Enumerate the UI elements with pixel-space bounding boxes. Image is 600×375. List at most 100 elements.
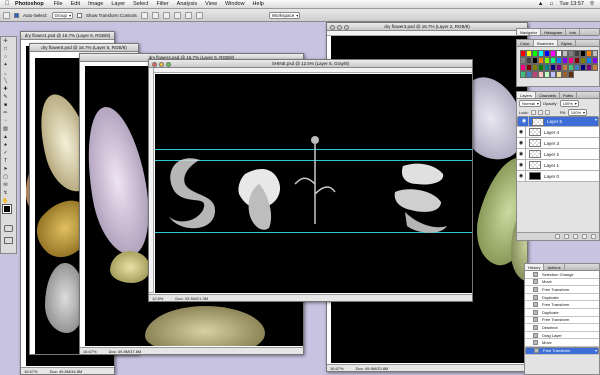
visibility-eye-icon[interactable]: ◉ (520, 116, 529, 127)
lock-all-icon[interactable] (544, 109, 550, 115)
volume-icon[interactable]: ♫ (549, 1, 553, 7)
gradient-tool-icon[interactable]: ▧ (2, 126, 9, 133)
pen-tool-icon[interactable]: ✓ (2, 150, 9, 157)
tab-layers[interactable]: Layers (517, 92, 537, 98)
lock-position-icon[interactable] (537, 109, 543, 115)
tab-channels[interactable]: Channels (536, 92, 560, 98)
tab-actions[interactable]: Actions (544, 264, 565, 270)
layer-row[interactable]: ◉ Layer 4 (517, 126, 599, 138)
auto-select-checkbox[interactable] (14, 12, 19, 18)
tab-color[interactable]: Color (517, 40, 534, 46)
document-canvas[interactable] (155, 74, 472, 293)
history-item[interactable]: Free Transform (525, 286, 599, 294)
history-item[interactable]: Selection Change (525, 271, 599, 279)
window-titlebar[interactable]: SHINE.psd @ 12.5% (Layer 5, Gray/8) (149, 60, 472, 68)
spotlight-icon[interactable]: ⚲ (590, 1, 594, 7)
history-brush-icon[interactable]: ✏ (2, 110, 9, 117)
align-bottom-icon[interactable] (162, 11, 170, 19)
healing-tool-icon[interactable]: ✚ (2, 86, 9, 93)
align-center-icon[interactable] (184, 11, 192, 19)
tab-swatches[interactable]: Swatches (533, 40, 558, 46)
shape-tool-icon[interactable]: ▢ (2, 174, 9, 181)
menu-help[interactable]: Help (249, 1, 268, 7)
fill-field[interactable]: 100% (567, 108, 588, 116)
visibility-eye-icon[interactable]: ◉ (517, 159, 526, 171)
link-layers-icon[interactable] (555, 234, 560, 239)
visibility-eye-icon[interactable]: ◉ (517, 126, 526, 138)
history-item[interactable]: Free Transform (525, 316, 599, 325)
layer-row[interactable]: ◉ Layer 5 (517, 116, 599, 127)
color-swatch[interactable] (592, 57, 598, 64)
workspace-dropdown[interactable]: Workspace (268, 11, 301, 19)
brush-tool-icon[interactable]: ✎ (2, 94, 9, 101)
window-titlebar[interactable]: dry flower1.psd @ 16.7% (Layer 6, RGB/8) (21, 32, 114, 40)
blur-tool-icon[interactable]: ▲ (2, 134, 9, 141)
menu-file[interactable]: File (50, 1, 67, 7)
minimize-icon[interactable] (159, 61, 164, 67)
doc-window-shine[interactable]: SHINE.psd @ 12.5% (Layer 5, Gray/8) 12.5… (148, 59, 473, 302)
dodge-tool-icon[interactable]: ● (2, 142, 9, 149)
align-right-icon[interactable] (195, 11, 203, 19)
history-item[interactable]: Free Transform (525, 346, 599, 355)
menu-layer[interactable]: Layer (107, 1, 129, 7)
type-tool-icon[interactable]: T (2, 158, 9, 165)
layer-style-icon[interactable] (564, 234, 569, 239)
visibility-eye-icon[interactable]: ◉ (517, 170, 526, 182)
align-middle-icon[interactable] (151, 11, 159, 19)
history-item[interactable]: Move (525, 278, 599, 287)
tab-history[interactable]: History (525, 264, 545, 270)
menu-filter[interactable]: Filter (152, 1, 172, 7)
history-item[interactable]: Move (525, 339, 599, 347)
align-top-icon[interactable] (140, 11, 148, 19)
zoom-icon[interactable] (344, 24, 349, 30)
stamp-tool-icon[interactable]: ■ (2, 102, 9, 109)
screen-mode-icon[interactable] (4, 237, 13, 244)
color-swatch[interactable] (592, 64, 598, 71)
close-icon[interactable] (152, 61, 157, 67)
history-item[interactable]: Free Transform (525, 301, 599, 309)
window-titlebar[interactable]: dry flower3.psd @ 16.7% (Layer 2, RGB/8) (327, 23, 527, 31)
auto-select-dropdown[interactable]: Group (51, 11, 74, 19)
align-left-icon[interactable] (173, 11, 181, 19)
menu-edit[interactable]: Edit (67, 1, 84, 7)
slice-tool-icon[interactable]: ╲ (2, 78, 9, 85)
new-layer-icon[interactable] (582, 234, 587, 239)
trash-icon[interactable] (591, 234, 596, 239)
close-icon[interactable] (330, 24, 335, 30)
layer-row[interactable]: ◉ Layer 2 (517, 148, 599, 160)
move-tool-icon[interactable]: ✢ (2, 38, 9, 45)
transform-controls-checkbox[interactable] (77, 12, 83, 18)
visibility-eye-icon[interactable]: ◉ (517, 148, 526, 160)
menu-image[interactable]: Image (84, 1, 107, 7)
eraser-tool-icon[interactable]: ▫ (2, 118, 9, 125)
visibility-eye-icon[interactable]: ◉ (517, 137, 526, 149)
layer-row[interactable]: ◉ Layer 1 (517, 159, 599, 171)
clock[interactable]: Tue 13:57 (559, 1, 584, 7)
menu-select[interactable]: Select (129, 1, 152, 7)
minimize-icon[interactable] (337, 24, 342, 30)
lasso-tool-icon[interactable]: ○ (2, 54, 9, 61)
foreground-color-swatch[interactable] (2, 204, 12, 214)
hand-tool-icon[interactable]: ✋ (2, 198, 9, 205)
move-tool-preset-icon[interactable] (3, 11, 10, 19)
path-select-icon[interactable]: ➤ (2, 166, 9, 173)
tab-styles[interactable]: Styles (558, 40, 576, 46)
history-item[interactable]: Deselect (525, 324, 599, 332)
tab-histogram[interactable]: Histogram (541, 29, 567, 35)
wifi-icon[interactable]: ▲ (538, 1, 543, 7)
app-menu[interactable]: Photoshop (14, 1, 50, 7)
eyedropper-icon[interactable]: ↯ (2, 190, 9, 197)
history-item[interactable]: Duplicate (525, 308, 599, 317)
history-item[interactable]: Drag Layer (525, 331, 599, 340)
blend-mode-dropdown[interactable]: Normal (519, 100, 541, 107)
color-swatch[interactable] (568, 71, 574, 78)
layer-row[interactable]: ◉ Layer 0 (517, 170, 599, 182)
history-item[interactable]: Duplicate (525, 293, 599, 302)
notes-tool-icon[interactable]: ✉ (2, 182, 9, 189)
marquee-tool-icon[interactable]: □ (2, 46, 9, 53)
window-titlebar[interactable]: dry flower5.psd @ 16.7% (Layer 5, RGB/8) (30, 44, 138, 52)
magic-wand-icon[interactable]: ✦ (2, 62, 9, 69)
tab-navigator[interactable]: Navigator (517, 29, 542, 35)
zoom-icon[interactable] (166, 61, 171, 67)
tab-paths[interactable]: Paths (560, 92, 578, 98)
